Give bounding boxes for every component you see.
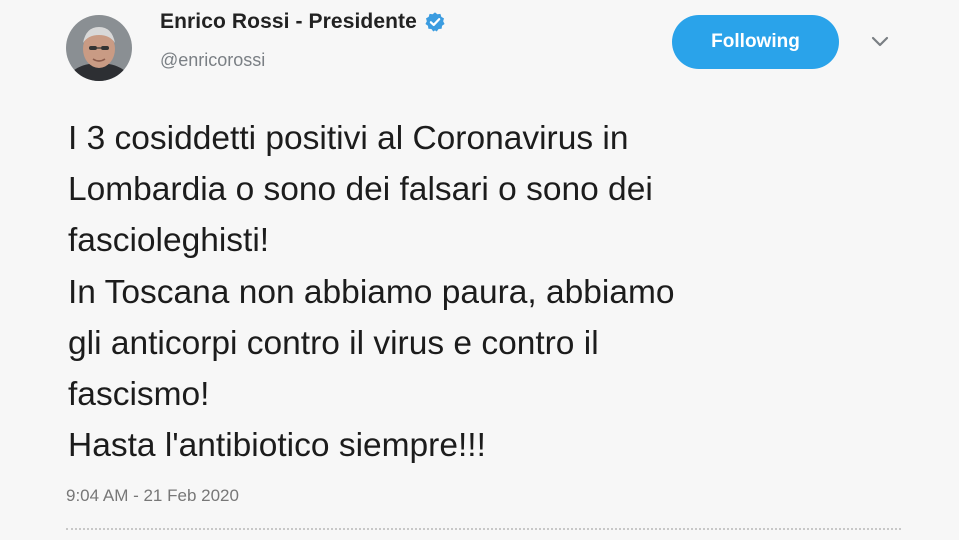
tweet-timestamp[interactable]: 9:04 AM - 21 Feb 2020: [66, 486, 239, 506]
tweet-text-line: Hasta l'antibiotico siempre!!!: [68, 427, 486, 465]
tweet-card: Enrico Rossi - Presidente @enricorossi F…: [0, 0, 959, 540]
tweet-text-line: Lombardia o sono dei falsari o sono dei: [68, 171, 653, 209]
verified-badge-icon: [425, 12, 445, 32]
avatar[interactable]: [66, 15, 132, 81]
author-name-row[interactable]: Enrico Rossi - Presidente: [160, 10, 446, 34]
tweet-text-line: gli anticorpi contro il virus e contro i…: [68, 324, 599, 362]
chevron-down-icon[interactable]: [871, 36, 889, 48]
tweet-text: I 3 cosiddetti positivi al Coronavirus i…: [68, 113, 938, 471]
tweet-text-line: fascismo!: [68, 376, 210, 414]
divider: [66, 528, 901, 530]
avatar-photo: [66, 15, 132, 81]
tweet-text-line: fascioleghisti!: [68, 222, 270, 260]
author-display-name[interactable]: Enrico Rossi - Presidente: [160, 10, 417, 34]
following-button[interactable]: Following: [672, 15, 839, 69]
tweet-text-line: In Toscana non abbiamo paura, abbiamo: [68, 273, 675, 311]
tweet-text-line: I 3 cosiddetti positivi al Coronavirus i…: [68, 120, 629, 157]
author-handle[interactable]: @enricorossi: [160, 50, 265, 71]
